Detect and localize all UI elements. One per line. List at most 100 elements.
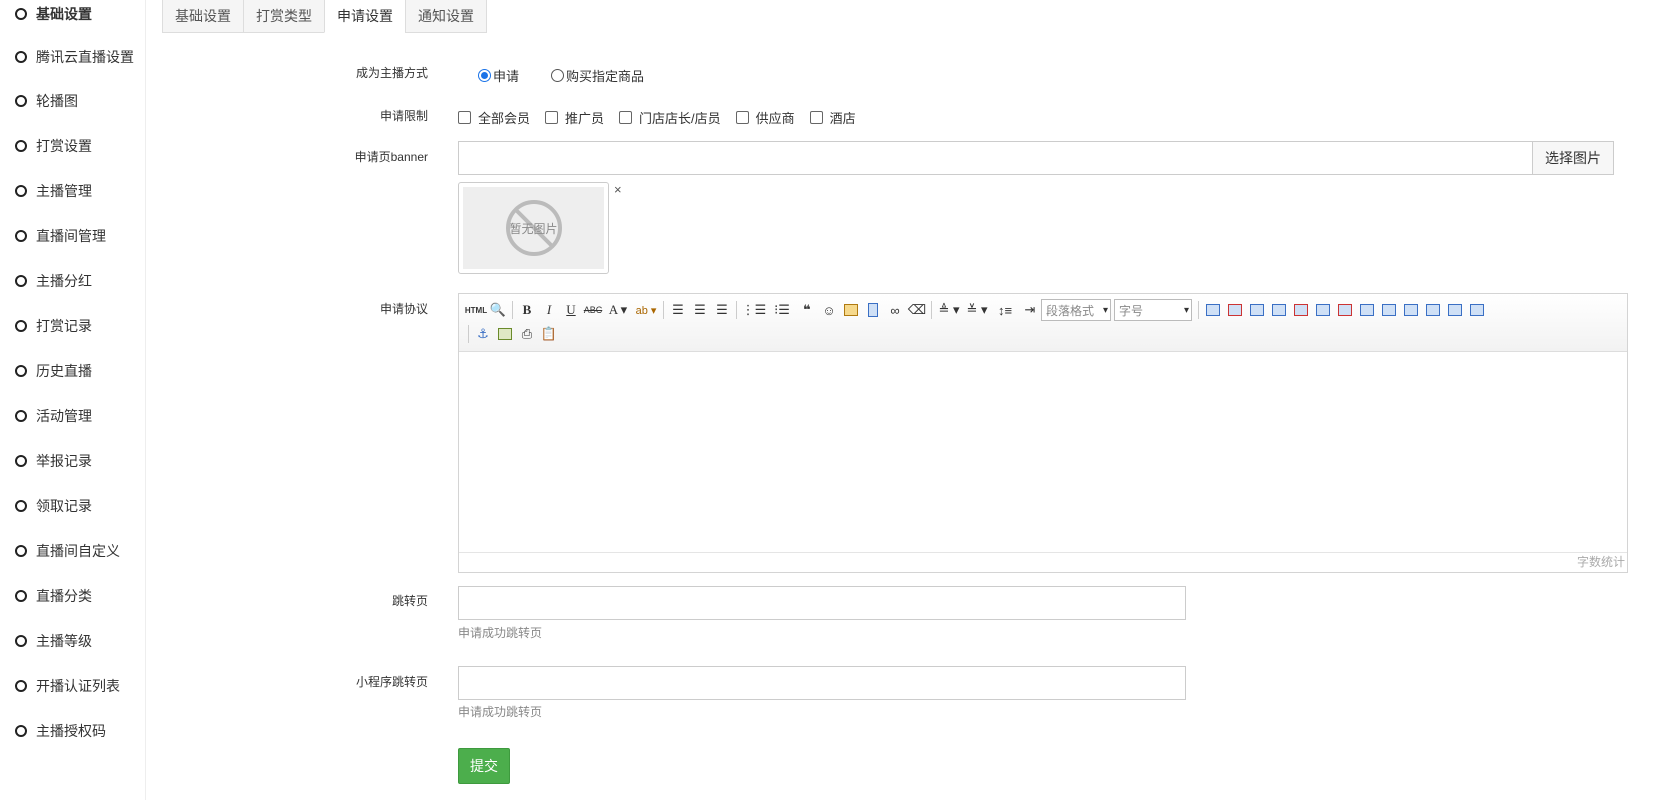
checkbox-icon[interactable] [545, 111, 559, 124]
insert-table-icon[interactable] [1202, 299, 1224, 321]
checkbox-promoter[interactable]: 推广员 [545, 108, 604, 127]
close-icon[interactable]: × [614, 182, 622, 197]
font-color-icon[interactable]: A ▾ [604, 299, 632, 321]
radio-unchecked-icon[interactable] [551, 69, 565, 82]
sidebar-item-label: 历史直播 [36, 363, 92, 379]
preview-icon[interactable]: 🔍 [487, 299, 509, 321]
delete-col-icon[interactable] [1334, 299, 1356, 321]
delete-row-icon[interactable] [1290, 299, 1312, 321]
video-icon[interactable] [862, 299, 884, 321]
italic-icon[interactable]: I [538, 299, 560, 321]
sidebar-item-certification-list[interactable]: 开播认证列表 [0, 666, 146, 706]
indent-icon[interactable]: ⇥ [1019, 299, 1041, 321]
redirect-input[interactable] [458, 586, 1186, 620]
sidebar-item-reward-settings[interactable]: 打赏设置 [0, 126, 146, 166]
sidebar-item-carousel[interactable]: 轮播图 [0, 81, 146, 121]
sidebar-item-report-records[interactable]: 举报记录 [0, 441, 146, 481]
align-center-icon[interactable]: ☰ [689, 299, 711, 321]
mini-redirect-hint: 申请成功跳转页 [458, 705, 543, 719]
insert-col-icon[interactable] [1312, 299, 1334, 321]
split-rows-icon[interactable] [1444, 299, 1466, 321]
checkbox-label: 酒店 [829, 111, 856, 126]
tab-reward-types[interactable]: 打赏类型 [243, 0, 325, 33]
tab-notify-settings[interactable]: 通知设置 [405, 0, 487, 33]
circle-icon [15, 455, 27, 467]
insert-row-icon[interactable] [1268, 299, 1290, 321]
sidebar-item-label: 直播间管理 [36, 228, 106, 244]
sidebar-item-tencent-live[interactable]: 腾讯云直播设置 [0, 37, 146, 77]
insert-frame-icon[interactable] [494, 323, 516, 345]
split-cols-icon[interactable] [1466, 299, 1488, 321]
sidebar-item-anchor-management[interactable]: 主播管理 [0, 171, 146, 211]
line-height-icon[interactable]: ↕≡ [991, 299, 1019, 321]
radio-apply[interactable]: 申请 [478, 66, 519, 85]
link-icon[interactable]: ∞ [884, 299, 906, 321]
sidebar-item-activity-management[interactable]: 活动管理 [0, 396, 146, 436]
print-icon[interactable]: ⎙ [516, 323, 538, 345]
paragraph-format-select[interactable]: 段落格式 [1041, 299, 1111, 321]
sidebar-item-auth-code[interactable]: 主播授权码 [0, 711, 146, 751]
tab-basic-settings[interactable]: 基础设置 [162, 0, 244, 33]
font-size-select[interactable]: 字号 [1114, 299, 1192, 321]
sidebar-item-room-custom[interactable]: 直播间自定义 [0, 531, 146, 571]
submit-button[interactable]: 提交 [458, 748, 510, 784]
circle-icon [15, 51, 27, 63]
paste-icon[interactable]: 📋 [538, 323, 560, 345]
strikethrough-icon[interactable]: ABC [582, 299, 604, 321]
sidebar-item-basic-settings[interactable]: 基础设置 [0, 0, 146, 34]
image-icon[interactable] [840, 299, 862, 321]
become-method-label: 成为主播方式 [355, 66, 428, 80]
editor-toolbar: HTML 🔍 B I U ABC A ▾ ab ▾ ☰ ☰ ☰ ⋮☰ ⁝☰ ❝ … [459, 294, 1627, 352]
merge-down-icon[interactable] [1400, 299, 1422, 321]
checkbox-icon[interactable] [735, 111, 749, 124]
bold-icon[interactable]: B [516, 299, 538, 321]
paragraph-before-icon[interactable]: ≜ ▾ [935, 299, 963, 321]
mini-redirect-input[interactable] [458, 666, 1186, 700]
sidebar-item-claim-records[interactable]: 领取记录 [0, 486, 146, 526]
circle-icon [15, 320, 27, 332]
table-title-icon[interactable] [1246, 299, 1268, 321]
sidebar-item-label: 腾讯云直播设置 [36, 49, 134, 65]
merge-cells-icon[interactable] [1356, 299, 1378, 321]
checkbox-store-staff[interactable]: 门店店长/店员 [619, 108, 721, 127]
anchor-icon[interactable]: ⚓ [472, 323, 494, 345]
ordered-list-icon[interactable]: ⋮☰ [740, 299, 768, 321]
checkbox-icon[interactable] [458, 111, 471, 124]
sidebar-item-reward-records[interactable]: 打赏记录 [0, 306, 146, 346]
banner-input[interactable] [458, 141, 1533, 175]
eraser-icon[interactable]: ⌫ [906, 299, 928, 321]
sidebar-item-history-live[interactable]: 历史直播 [0, 351, 146, 391]
toolbar-separator [736, 301, 737, 319]
emoji-icon[interactable]: ☺ [818, 299, 840, 321]
unordered-list-icon[interactable]: ⁝☰ [768, 299, 796, 321]
checkbox-icon[interactable] [809, 111, 823, 124]
sidebar-item-anchor-level[interactable]: 主播等级 [0, 621, 146, 661]
delete-table-icon[interactable] [1224, 299, 1246, 321]
merge-right-icon[interactable] [1378, 299, 1400, 321]
editor-content-area[interactable] [459, 352, 1627, 552]
radio-checked-icon[interactable] [478, 69, 491, 82]
underline-icon[interactable]: U [560, 299, 582, 321]
circle-icon [15, 365, 27, 377]
checkbox-supplier[interactable]: 供应商 [735, 108, 795, 127]
pick-image-button[interactable]: 选择图片 [1532, 141, 1614, 175]
checkbox-hotel[interactable]: 酒店 [809, 108, 856, 127]
toolbar-separator [512, 301, 513, 319]
sidebar-item-live-category[interactable]: 直播分类 [0, 576, 146, 616]
sidebar-item-room-management[interactable]: 直播间管理 [0, 216, 146, 256]
checkbox-all-members[interactable]: 全部会员 [458, 108, 530, 127]
html-source-icon[interactable]: HTML [465, 299, 487, 321]
align-right-icon[interactable]: ☰ [711, 299, 733, 321]
sidebar-item-anchor-dividend[interactable]: 主播分红 [0, 261, 146, 301]
align-left-icon[interactable]: ☰ [667, 299, 689, 321]
split-cells-icon[interactable] [1422, 299, 1444, 321]
checkbox-label: 推广员 [565, 111, 605, 126]
radio-buy-goods[interactable]: 购买指定商品 [551, 66, 644, 85]
quote-icon[interactable]: ❝ [796, 299, 818, 321]
tab-apply-settings[interactable]: 申请设置 [324, 0, 406, 33]
paragraph-after-icon[interactable]: ≚ ▾ [963, 299, 991, 321]
circle-icon [15, 230, 27, 242]
toolbar-separator [1198, 301, 1199, 319]
highlight-icon[interactable]: ab ▾ [632, 299, 660, 321]
checkbox-icon[interactable] [619, 111, 633, 124]
